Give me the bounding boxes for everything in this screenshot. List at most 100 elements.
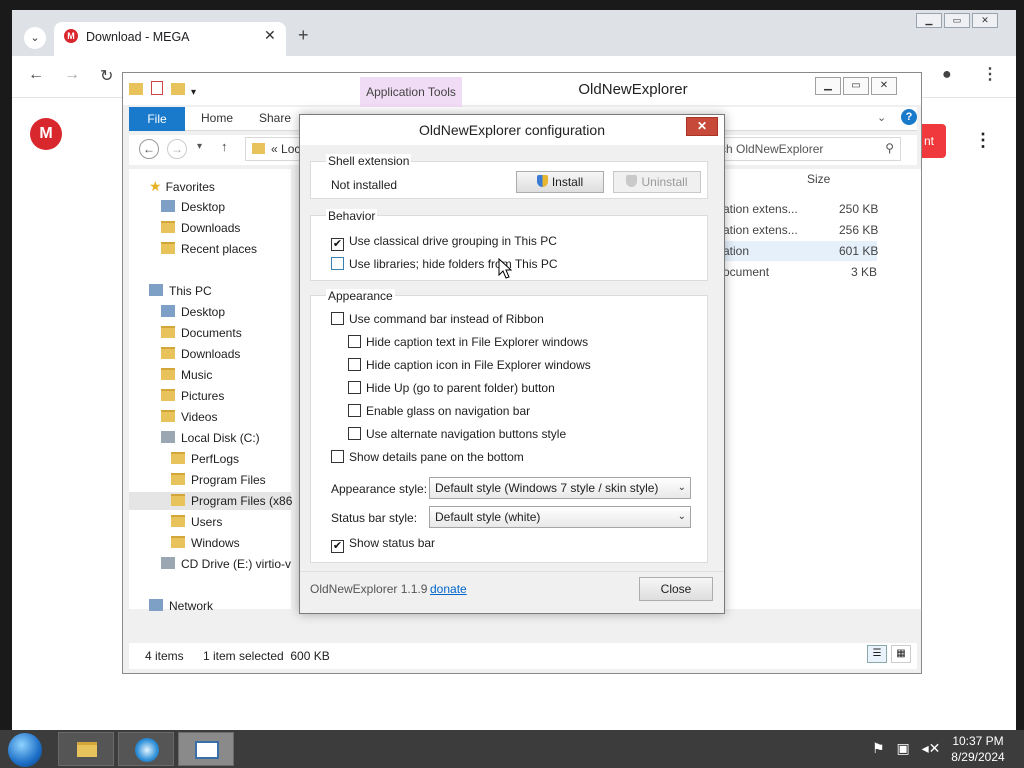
large-icons-view-icon[interactable]: ▦ bbox=[891, 645, 911, 663]
checkbox-label: Use classical drive grouping in This PC bbox=[349, 234, 557, 248]
back-icon[interactable]: ← bbox=[139, 139, 159, 159]
list-item-size: 250 KB bbox=[839, 202, 879, 216]
checkbox-enable-glass[interactable]: Enable glass on navigation bar bbox=[348, 404, 530, 420]
tree-item-this-pc[interactable]: This PC bbox=[149, 282, 212, 300]
tree-item-program-files[interactable]: Program Files bbox=[171, 471, 266, 489]
tree-item-program-files-x86[interactable]: Program Files (x86 bbox=[129, 492, 293, 510]
search-input[interactable]: rch OldNewExplorer ⚲ bbox=[709, 137, 901, 161]
recent-locations-icon[interactable]: ▾ bbox=[197, 141, 202, 152]
forward-arrow-icon[interactable]: → bbox=[64, 66, 80, 84]
close-icon[interactable]: ✕ bbox=[972, 13, 998, 28]
behavior-label: Behavior bbox=[326, 209, 378, 223]
flag-icon[interactable]: ⚑ bbox=[872, 740, 885, 756]
close-button[interactable]: Close bbox=[639, 577, 713, 601]
uac-shield-icon bbox=[626, 175, 638, 187]
tree-item-desktop[interactable]: Desktop bbox=[161, 198, 225, 216]
checkbox-command-bar[interactable]: Use command bar instead of Ribbon bbox=[331, 312, 544, 328]
tab-title: Download - MEGA bbox=[86, 30, 190, 44]
volume-icon[interactable]: ◂✕ bbox=[922, 740, 941, 756]
taskbar-oldnewexplorer-icon[interactable] bbox=[178, 732, 234, 766]
folder-icon bbox=[161, 242, 175, 254]
details-view-icon[interactable]: ☰ bbox=[867, 645, 887, 663]
status-bar-style-label: Status bar style: bbox=[331, 511, 418, 525]
clock-time: 10:37 PM bbox=[952, 734, 1004, 748]
list-item-type[interactable]: ocument bbox=[723, 262, 769, 282]
tree-item-music[interactable]: Music bbox=[161, 366, 212, 384]
dialog-close-button[interactable]: ✕ bbox=[686, 117, 718, 136]
donate-link[interactable]: donate bbox=[430, 582, 467, 596]
tree-item-windows[interactable]: Windows bbox=[171, 534, 240, 552]
column-header-size[interactable]: Size bbox=[807, 169, 830, 189]
tree-item-local-disk[interactable]: Local Disk (C:) bbox=[161, 429, 260, 447]
checkbox-hide-caption-text[interactable]: Hide caption text in File Explorer windo… bbox=[348, 335, 588, 351]
mega-logo-icon[interactable]: M bbox=[30, 118, 62, 150]
tree-item-downloads[interactable]: Downloads bbox=[161, 345, 240, 363]
ribbon-collapse-icon[interactable]: ⌄ bbox=[877, 111, 886, 124]
tree-item-favorites[interactable]: ★ Favorites bbox=[149, 177, 215, 195]
minimize-icon[interactable]: ▁ bbox=[916, 13, 942, 28]
ribbon-tab-share[interactable]: Share bbox=[259, 111, 291, 125]
tab-close-icon[interactable]: ✕ bbox=[264, 27, 276, 44]
tree-item-videos[interactable]: Videos bbox=[161, 408, 217, 426]
minimize-icon[interactable]: ▁ bbox=[815, 77, 841, 95]
tree-item-perflogs[interactable]: PerfLogs bbox=[171, 450, 239, 468]
tree-item-users[interactable]: Users bbox=[171, 513, 222, 531]
ribbon-tab-home[interactable]: Home bbox=[201, 111, 233, 125]
checkbox-classical-drive-grouping[interactable]: ✔ Use classical drive grouping in This PC bbox=[331, 234, 557, 251]
browser-menu-icon[interactable]: ⋮ bbox=[982, 64, 998, 84]
checkbox-use-libraries[interactable]: Use libraries; hide folders from This PC bbox=[331, 257, 558, 273]
network-icon[interactable]: ▣ bbox=[896, 740, 909, 756]
checkbox-show-status-bar[interactable]: ✔ Show status bar bbox=[331, 536, 435, 553]
install-button[interactable]: Install bbox=[516, 171, 604, 193]
checkbox-hide-caption-icon[interactable]: Hide caption icon in File Explorer windo… bbox=[348, 358, 591, 374]
tree-item-label: Music bbox=[181, 368, 213, 382]
help-icon[interactable]: ? bbox=[901, 109, 917, 125]
desktop-icon bbox=[161, 200, 175, 212]
mega-action-button[interactable]: nt bbox=[920, 124, 946, 158]
taskbar-clock[interactable]: 10:37 PM 8/29/2024 bbox=[940, 733, 1016, 765]
list-item-type[interactable]: ation extens... bbox=[723, 199, 798, 219]
list-item-type[interactable]: ation extens... bbox=[723, 220, 798, 240]
reload-icon[interactable]: ↻ bbox=[100, 66, 113, 86]
up-arrow-icon[interactable]: ↑ bbox=[221, 139, 228, 154]
tree-item-recent-places[interactable]: Recent places bbox=[161, 240, 257, 258]
new-tab-button[interactable]: + bbox=[298, 25, 309, 46]
status-bar-style-select[interactable]: Default style (white) ⌄ bbox=[429, 506, 691, 528]
navigation-pane: ★ Favorites Desktop Downloads Recent plac… bbox=[129, 169, 293, 613]
appearance-style-select[interactable]: Default style (Windows 7 style / skin st… bbox=[429, 477, 691, 499]
checkbox-label: Hide caption icon in File Explorer windo… bbox=[366, 358, 591, 372]
tree-item-label: Program Files (x86 bbox=[191, 494, 293, 508]
tree-item-pictures[interactable]: Pictures bbox=[161, 387, 224, 405]
taskbar-file-explorer-icon[interactable] bbox=[58, 732, 114, 766]
forward-icon[interactable]: → bbox=[167, 139, 187, 159]
configuration-dialog: OldNewExplorer configuration ✕ Shell ext… bbox=[299, 114, 725, 614]
start-button-icon[interactable] bbox=[8, 733, 42, 767]
application-tools-tab[interactable]: Application Tools bbox=[360, 77, 462, 107]
qat-dropdown-icon[interactable]: ▾ bbox=[191, 87, 196, 98]
taskbar-browser-icon[interactable] bbox=[118, 732, 174, 766]
tree-item-downloads[interactable]: Downloads bbox=[161, 219, 240, 237]
uninstall-button[interactable]: Uninstall bbox=[613, 171, 701, 193]
maximize-icon[interactable]: ▭ bbox=[944, 13, 970, 28]
checkbox-details-pane-bottom[interactable]: Show details pane on the bottom bbox=[331, 450, 524, 466]
page-menu-icon[interactable]: ⋮ bbox=[974, 130, 992, 151]
new-folder-icon[interactable] bbox=[171, 83, 185, 95]
tree-item-documents[interactable]: Documents bbox=[161, 324, 242, 342]
tab-search-chevron-icon[interactable]: ⌄ bbox=[24, 27, 46, 49]
network-icon bbox=[149, 599, 163, 611]
checkbox-alternate-nav-buttons[interactable]: Use alternate navigation buttons style bbox=[348, 427, 566, 443]
properties-icon[interactable] bbox=[151, 81, 163, 95]
status-item-count: 4 items bbox=[145, 649, 184, 663]
maximize-icon[interactable]: ▭ bbox=[843, 77, 869, 95]
tree-item-label: Downloads bbox=[181, 347, 241, 361]
profile-avatar-icon[interactable]: ● bbox=[942, 66, 952, 84]
tree-item-desktop[interactable]: Desktop bbox=[161, 303, 225, 321]
close-icon[interactable]: ✕ bbox=[871, 77, 897, 95]
folder-icon[interactable] bbox=[129, 83, 143, 95]
back-arrow-icon[interactable]: ← bbox=[28, 66, 44, 84]
checkbox-label: Enable glass on navigation bar bbox=[366, 404, 531, 418]
tree-item-cd-drive[interactable]: CD Drive (E:) virtio-v bbox=[161, 555, 291, 573]
ribbon-tab-file[interactable]: File bbox=[129, 107, 185, 131]
checkbox-hide-up-button[interactable]: Hide Up (go to parent folder) button bbox=[348, 381, 555, 397]
tree-item-network[interactable]: Network bbox=[149, 597, 213, 615]
